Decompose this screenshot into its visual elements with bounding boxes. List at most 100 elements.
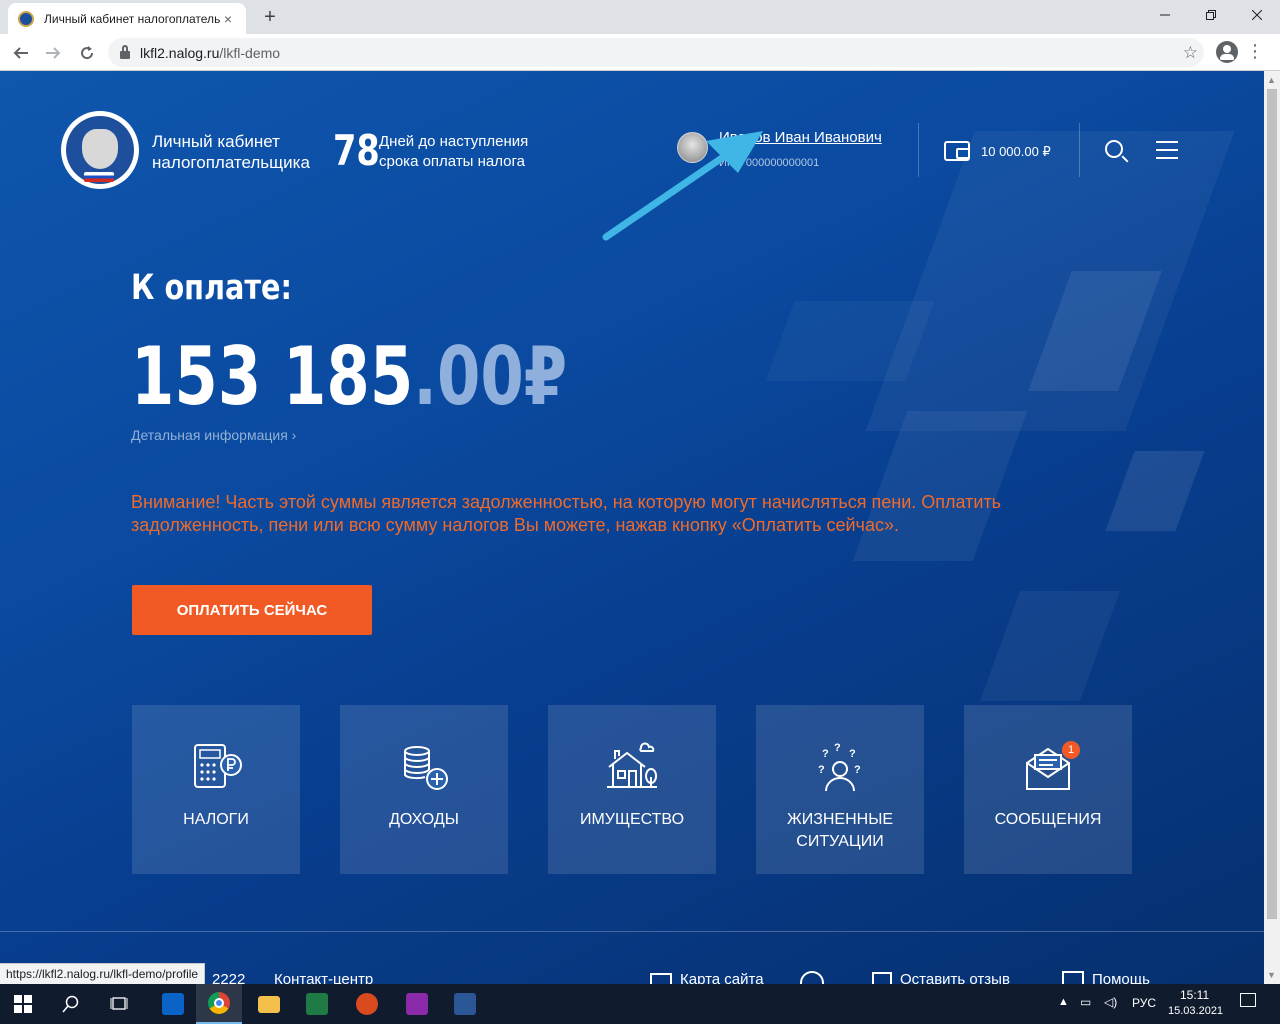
footer-help[interactable]: Помощь — [1062, 971, 1150, 984]
person-questions-icon: ????? — [818, 742, 861, 792]
coins-plus-icon — [404, 746, 448, 790]
app-badge-2[interactable] — [344, 984, 390, 1024]
footer-help-label: Помощь — [1092, 971, 1150, 984]
chrome-app[interactable] — [196, 984, 242, 1024]
amount-decimal: .00₽ — [413, 330, 568, 423]
outlook-icon — [162, 993, 184, 1015]
network-icon[interactable]: ▭ — [1080, 995, 1091, 1009]
header-divider — [918, 123, 919, 177]
tile-property[interactable]: ИМУЩЕСТВО — [548, 705, 716, 874]
svg-text:?: ? — [834, 742, 841, 754]
brand-title[interactable]: Личный кабинет налогоплательщика — [152, 131, 310, 173]
excel-app[interactable] — [294, 984, 340, 1024]
address-bar[interactable]: lkfl2.nalog.ru/lkfl-demo — [108, 38, 1204, 67]
word-app[interactable] — [442, 984, 488, 1024]
fns-favicon-icon — [18, 10, 34, 27]
background-shape — [979, 591, 1121, 701]
back-arrow-icon[interactable] — [8, 40, 34, 66]
footer-accessibility[interactable] — [800, 971, 824, 984]
reload-icon[interactable] — [74, 40, 100, 66]
bookmark-star-icon[interactable]: ☆ — [1183, 44, 1198, 61]
close-window-icon[interactable] — [1234, 0, 1280, 30]
flag-ribbon — [84, 172, 114, 182]
volume-icon[interactable]: ◁) — [1104, 995, 1117, 1009]
footer-feedback[interactable]: Оставить отзыв — [872, 971, 1010, 984]
search-icon[interactable] — [1105, 140, 1123, 158]
brand-line-1: Личный кабинет — [152, 132, 280, 151]
tile-life-situations[interactable]: ????? ЖИЗНЕННЫЕ СИТУАЦИИ — [756, 705, 924, 874]
url-host: lkfl2.nalog.ru — [140, 44, 220, 61]
explorer-app[interactable] — [246, 984, 292, 1024]
lock-icon[interactable] — [120, 44, 130, 59]
search-taskbar-button[interactable] — [48, 984, 94, 1024]
restore-window-icon[interactable] — [1188, 0, 1234, 30]
profile-icon[interactable] — [1216, 41, 1238, 63]
browser-tab[interactable]: Личный кабинет налогоплатель × — [8, 3, 246, 34]
tile-messages[interactable]: 1 СООБЩЕНИЯ — [964, 705, 1132, 874]
new-tab-button[interactable]: + — [258, 6, 282, 30]
details-link[interactable]: Детальная информация › — [131, 427, 296, 443]
debt-warning: Внимание! Часть этой суммы является задо… — [131, 492, 1002, 535]
notification-app-icon — [356, 993, 378, 1015]
task-view-button[interactable] — [96, 984, 142, 1024]
eye-icon — [800, 971, 824, 984]
tile-income[interactable]: ДОХОДЫ — [340, 705, 508, 874]
footer-phone[interactable]: 2222 — [212, 971, 245, 984]
days-caption-line-1: Дней до наступления — [379, 133, 529, 150]
lk-page: Личный кабинет налогоплательщика 78 Дней… — [0, 71, 1264, 984]
browser-tab-bar: Личный кабинет налогоплатель × + — [0, 0, 1280, 34]
scroll-thumb[interactable] — [1267, 89, 1277, 919]
browser-toolbar: lkfl2.nalog.ru/lkfl-demo ☆ ⋮ — [0, 34, 1280, 71]
notifications-icon[interactable] — [1240, 993, 1256, 1007]
days-count: 78 — [333, 126, 380, 175]
tile-label: ЖИЗНЕННЫЕ СИТУАЦИИ — [786, 811, 894, 850]
tile-label: ДОХОДЫ — [389, 811, 459, 828]
windows-taskbar: ▲ ▭ ◁) РУС 15:11 15.03.2021 — [0, 984, 1280, 1024]
clock-date[interactable]: 15.03.2021 — [1168, 1005, 1223, 1017]
clock-time[interactable]: 15:11 — [1180, 988, 1209, 1002]
calculator-ruble-icon — [194, 744, 242, 788]
help-icon — [1062, 971, 1084, 984]
footer-feedback-label: Оставить отзыв — [900, 971, 1010, 984]
header-divider — [1079, 123, 1080, 177]
tab-close-icon[interactable]: × — [220, 11, 236, 27]
tile-label: НАЛОГИ — [183, 811, 249, 828]
svg-text:?: ? — [818, 764, 825, 776]
pdf-icon — [406, 993, 428, 1015]
search-taskbar-icon — [62, 995, 79, 1013]
pdf-app[interactable] — [394, 984, 440, 1024]
pay-now-button[interactable]: ОПЛАТИТЬ СЕЙЧАС — [132, 585, 372, 635]
url-path: /lkfl-demo — [219, 44, 281, 61]
amount-integer: 153 185 — [131, 330, 414, 423]
language-indicator[interactable]: РУС — [1132, 996, 1156, 1010]
browser-menu-icon[interactable]: ⋮ — [1246, 42, 1264, 60]
wallet-balance[interactable]: 10 000.00 ₽ — [981, 144, 1051, 160]
sitemap-icon — [650, 973, 672, 984]
footer-divider — [0, 931, 1264, 932]
scroll-down-icon[interactable]: ▼ — [1267, 970, 1276, 980]
house-icon — [607, 742, 658, 788]
status-url-tooltip: https://lkfl2.nalog.ru/lkfl-demo/profile — [0, 963, 206, 984]
forward-arrow-icon[interactable] — [40, 40, 66, 66]
start-button[interactable] — [0, 984, 46, 1024]
svg-text:?: ? — [822, 748, 829, 760]
background-shape — [765, 301, 935, 381]
svg-text:?: ? — [854, 764, 861, 776]
minimize-window-icon[interactable] — [1142, 0, 1188, 30]
excel-icon — [306, 993, 328, 1015]
footer-sitemap-label: Карта сайта — [680, 971, 764, 984]
days-caption-line-2: срока оплаты налога — [379, 153, 526, 170]
page-scrollbar[interactable]: ▲ ▼ — [1264, 71, 1280, 984]
feedback-icon — [872, 972, 892, 984]
footer-sitemap[interactable]: Карта сайта — [650, 971, 764, 984]
payment-title: К оплате: — [131, 268, 292, 308]
outlook-app[interactable] — [150, 984, 196, 1024]
payment-amount: 153 185.00₽ — [131, 337, 567, 417]
hamburger-menu-icon[interactable] — [1156, 141, 1178, 159]
tile-taxes[interactable]: НАЛОГИ — [132, 705, 300, 874]
scroll-up-icon[interactable]: ▲ — [1267, 75, 1276, 85]
footer-contact-center[interactable]: Контакт-центр — [274, 971, 373, 984]
tray-chevron-icon[interactable]: ▲ — [1058, 996, 1069, 1008]
folder-icon — [258, 995, 280, 1013]
wallet-icon[interactable] — [944, 141, 970, 161]
